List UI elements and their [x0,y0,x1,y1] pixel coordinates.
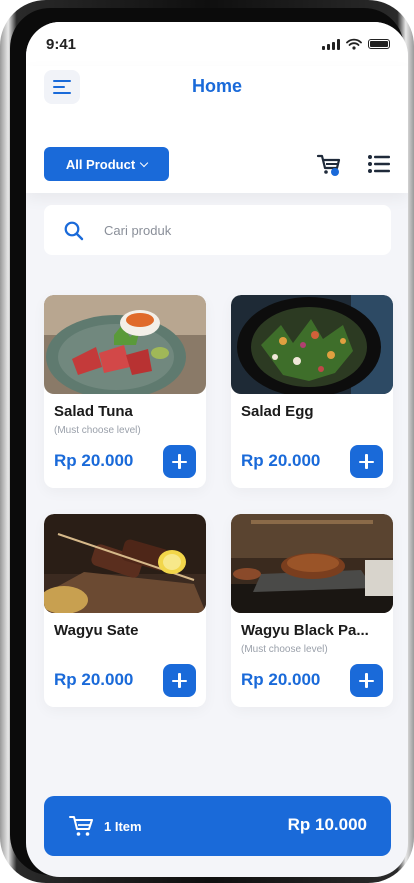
product-name: Salad Egg [241,403,314,420]
cart-total: Rp 10.000 [287,815,367,834]
filter-label: All Product [65,156,136,172]
product-image [44,514,206,613]
product-price: Rp 20.000 [241,670,321,689]
product-card[interactable]: Salad Egg Rp 20.000 [231,295,393,488]
product-note: (Must choose level) [241,644,328,655]
product-image [231,295,393,394]
product-card[interactable]: Wagyu Black Pa... (Must choose level) Rp… [231,514,393,707]
product-card[interactable]: Wagyu Sate Rp 20.000 [44,514,206,707]
add-to-cart-button[interactable] [163,664,196,697]
status-time: 9:41 [46,36,77,53]
chevron-down-icon [139,158,149,167]
status-bar: 9:41 [26,22,408,66]
product-price: Rp 20.000 [54,670,134,689]
cart-icon [69,816,93,836]
product-name: Wagyu Sate [54,622,139,639]
search-icon [64,221,84,241]
signal-icon [322,38,340,50]
battery-icon [368,39,390,49]
product-card[interactable]: Salad Tuna (Must choose level) Rp 20.000 [44,295,206,488]
add-to-cart-button[interactable] [163,445,196,478]
wifi-icon [346,38,362,50]
list-view-icon[interactable] [367,154,391,174]
status-icons [322,38,390,50]
cart-item-count: 1 Item [104,819,142,834]
cart-icon[interactable] [316,151,342,177]
product-image [44,295,206,394]
phone-bezel: 9:41 Home All Product Cari produk Salad … [10,8,408,877]
page-title: Home [191,76,242,96]
add-to-cart-button[interactable] [350,664,383,697]
search-input[interactable] [104,219,364,241]
product-note: (Must choose level) [54,425,141,436]
product-name: Salad Tuna [54,403,133,420]
product-price: Rp 20.000 [54,451,134,470]
product-image [231,514,393,613]
app-screen: 9:41 Home All Product Cari produk Salad … [26,22,408,877]
add-to-cart-button[interactable] [350,445,383,478]
product-price: Rp 20.000 [241,451,321,470]
search-bar [44,205,391,255]
app-header: Home All Product [26,66,408,193]
product-name: Wagyu Black Pa... [241,622,369,639]
checkout-bar[interactable]: 1 Item Rp 10.000 [44,796,391,856]
category-filter-dropdown[interactable]: All Product [44,147,169,181]
phone-frame: 9:41 Home All Product Cari produk Salad … [0,0,414,883]
